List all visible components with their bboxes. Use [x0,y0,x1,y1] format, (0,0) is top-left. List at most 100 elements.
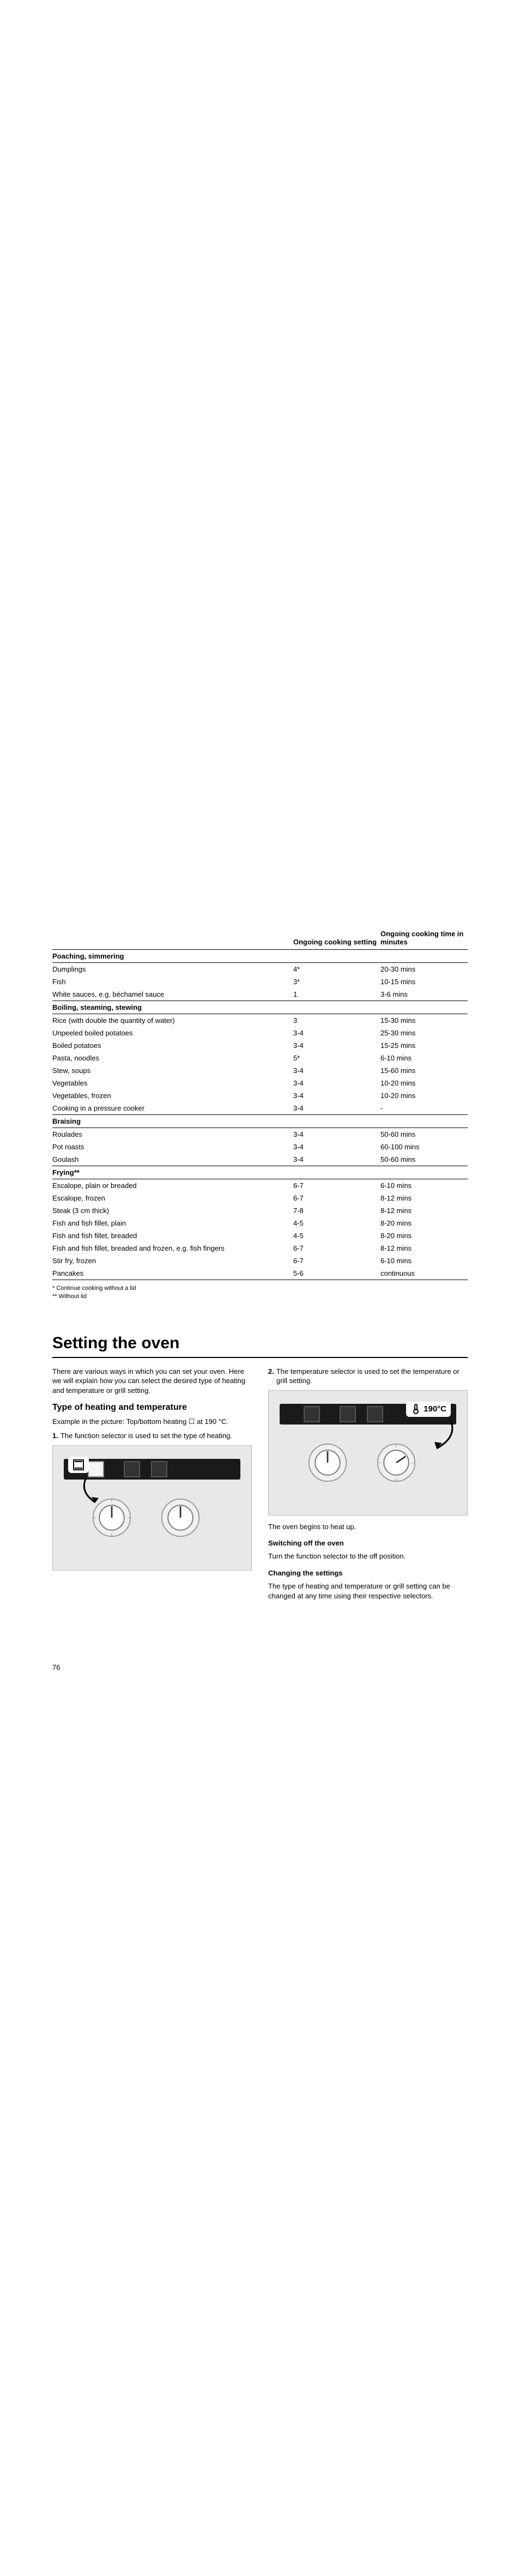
cell-time: 25-30 mins [380,1027,468,1039]
cell-item: Stew, soups [52,1064,293,1077]
cell-setting: 3-4 [293,1077,380,1089]
cell-setting: 3-4 [293,1128,380,1141]
cell-time: - [380,1102,468,1115]
section-title: Boiling, steaming, stewing [52,1001,468,1014]
cell-setting: 3-4 [293,1089,380,1102]
cell-item: Escalope, frozen [52,1192,293,1204]
table-row: Dumplings4*20-30 mins [52,963,468,976]
changing-settings-text: The type of heating and temperature or g… [268,1581,468,1601]
cell-item: Vegetables, frozen [52,1089,293,1102]
cell-setting: 3* [293,975,380,988]
step-2: 2. The temperature selector is used to s… [268,1367,468,1386]
table-row: Rice (with double the quantity of water)… [52,1014,468,1027]
cell-item: Rice (with double the quantity of water) [52,1014,293,1027]
table-row: Escalope, plain or breaded6-76-10 mins [52,1179,468,1192]
cell-setting: 6-7 [293,1242,380,1254]
cell-time: 6-10 mins [380,1179,468,1192]
cell-item: Pasta, noodles [52,1052,293,1064]
cell-time: continuous [380,1267,468,1280]
cell-setting: 6-7 [293,1179,380,1192]
cell-setting: 6-7 [293,1254,380,1267]
cell-time: 15-25 mins [380,1039,468,1052]
table-row: Fish and fish fillet, breaded4-58-20 min… [52,1229,468,1242]
step-2-num: 2. [268,1367,274,1386]
table-row: White sauces, e.g. béchamel sauce13-6 mi… [52,988,468,1001]
temperature-knob-left [160,1497,201,1538]
cell-setting: 4* [293,963,380,976]
cell-item: Goulash [52,1153,293,1166]
table-row: Stew, soups3-415-60 mins [52,1064,468,1077]
table-row: Goulash3-450-60 mins [52,1153,468,1166]
cell-time: 10-20 mins [380,1089,468,1102]
table-section-row: Poaching, simmering [52,950,468,963]
footnote-b: ** Without lid [52,1293,468,1301]
cell-time: 20-30 mins [380,963,468,976]
header-item [52,926,293,950]
cell-setting: 3-4 [293,1039,380,1052]
cell-time: 6-10 mins [380,1254,468,1267]
cell-item: Roulades [52,1128,293,1141]
table-row: Escalope, frozen6-78-12 mins [52,1192,468,1204]
cell-item: Fish and fish fillet, breaded [52,1229,293,1242]
section-title: Frying** [52,1166,468,1179]
cell-setting: 3-4 [293,1102,380,1115]
header-setting: Ongoing cooking setting [293,926,380,950]
cell-time: 15-60 mins [380,1064,468,1077]
cell-item: Fish [52,975,293,988]
mode-icon-box [88,1461,104,1477]
table-row: Fish and fish fillet, breaded and frozen… [52,1242,468,1254]
table-row: Boiled potatoes3-415-25 mins [52,1039,468,1052]
cell-item: Unpeeled boiled potatoes [52,1027,293,1039]
table-section-row: Braising [52,1115,468,1128]
step-1-text: The function selector is used to set the… [61,1431,252,1441]
cooking-table: Ongoing cooking setting Ongoing cooking … [52,926,468,1280]
cell-time: 60-100 mins [380,1141,468,1153]
cell-setting: 5-6 [293,1267,380,1280]
section-title: Poaching, simmering [52,950,468,963]
heat-note: The oven begins to heat up. [268,1522,468,1532]
type-heating-heading: Type of heating and temperature [52,1403,252,1413]
mode-bubble [68,1457,89,1473]
table-row: Vegetables3-410-20 mins [52,1077,468,1089]
table-row: Pot roasts3-460-100 mins [52,1141,468,1153]
cell-time: 8-12 mins [380,1242,468,1254]
cell-time: 3-6 mins [380,988,468,1001]
cell-item: Stir fry, frozen [52,1254,293,1267]
cell-item: Fish and fish fillet, plain [52,1217,293,1229]
table-row: Roulades3-450-60 mins [52,1128,468,1141]
cell-setting: 1 [293,988,380,1001]
cell-time: 10-20 mins [380,1077,468,1089]
oven-panel-right: 190°C [268,1390,468,1516]
temperature-knob-right [376,1442,417,1483]
step-1: 1. The function selector is used to set … [52,1431,252,1441]
page-number: 76 [52,1663,60,1671]
mode-icon-r [304,1406,320,1422]
temp-icon-r [367,1406,383,1422]
cell-setting: 3-4 [293,1064,380,1077]
function-knob [91,1497,132,1538]
top-bottom-heat-icon [72,1459,84,1471]
oven-panel-left [52,1445,252,1571]
table-row: Cooking in a pressure cooker3-4- [52,1102,468,1115]
light-icon [124,1461,140,1477]
cell-item: White sauces, e.g. béchamel sauce [52,988,293,1001]
function-knob-right [307,1442,348,1483]
table-row: Fish and fish fillet, plain4-58-20 mins [52,1217,468,1229]
cell-setting: 7-8 [293,1204,380,1217]
section-title: Braising [52,1115,468,1128]
table-header-row: Ongoing cooking setting Ongoing cooking … [52,926,468,950]
setting-oven-title: Setting the oven [52,1334,468,1358]
cell-item: Cooking in a pressure cooker [52,1102,293,1115]
cell-setting: 4-5 [293,1217,380,1229]
cell-setting: 6-7 [293,1192,380,1204]
cell-item: Escalope, plain or breaded [52,1179,293,1192]
table-row: Pasta, noodles5*6-10 mins [52,1052,468,1064]
switching-off-text: Turn the function selector to the off po… [268,1551,468,1561]
footnotes-block: * Continue cooking without a lid ** With… [52,1284,468,1301]
cell-item: Fish and fish fillet, breaded and frozen… [52,1242,293,1254]
cell-item: Pot roasts [52,1141,293,1153]
cell-time: 15-30 mins [380,1014,468,1027]
cell-setting: 3-4 [293,1153,380,1166]
cell-time: 10-15 mins [380,975,468,988]
table-row: Unpeeled boiled potatoes3-425-30 mins [52,1027,468,1039]
